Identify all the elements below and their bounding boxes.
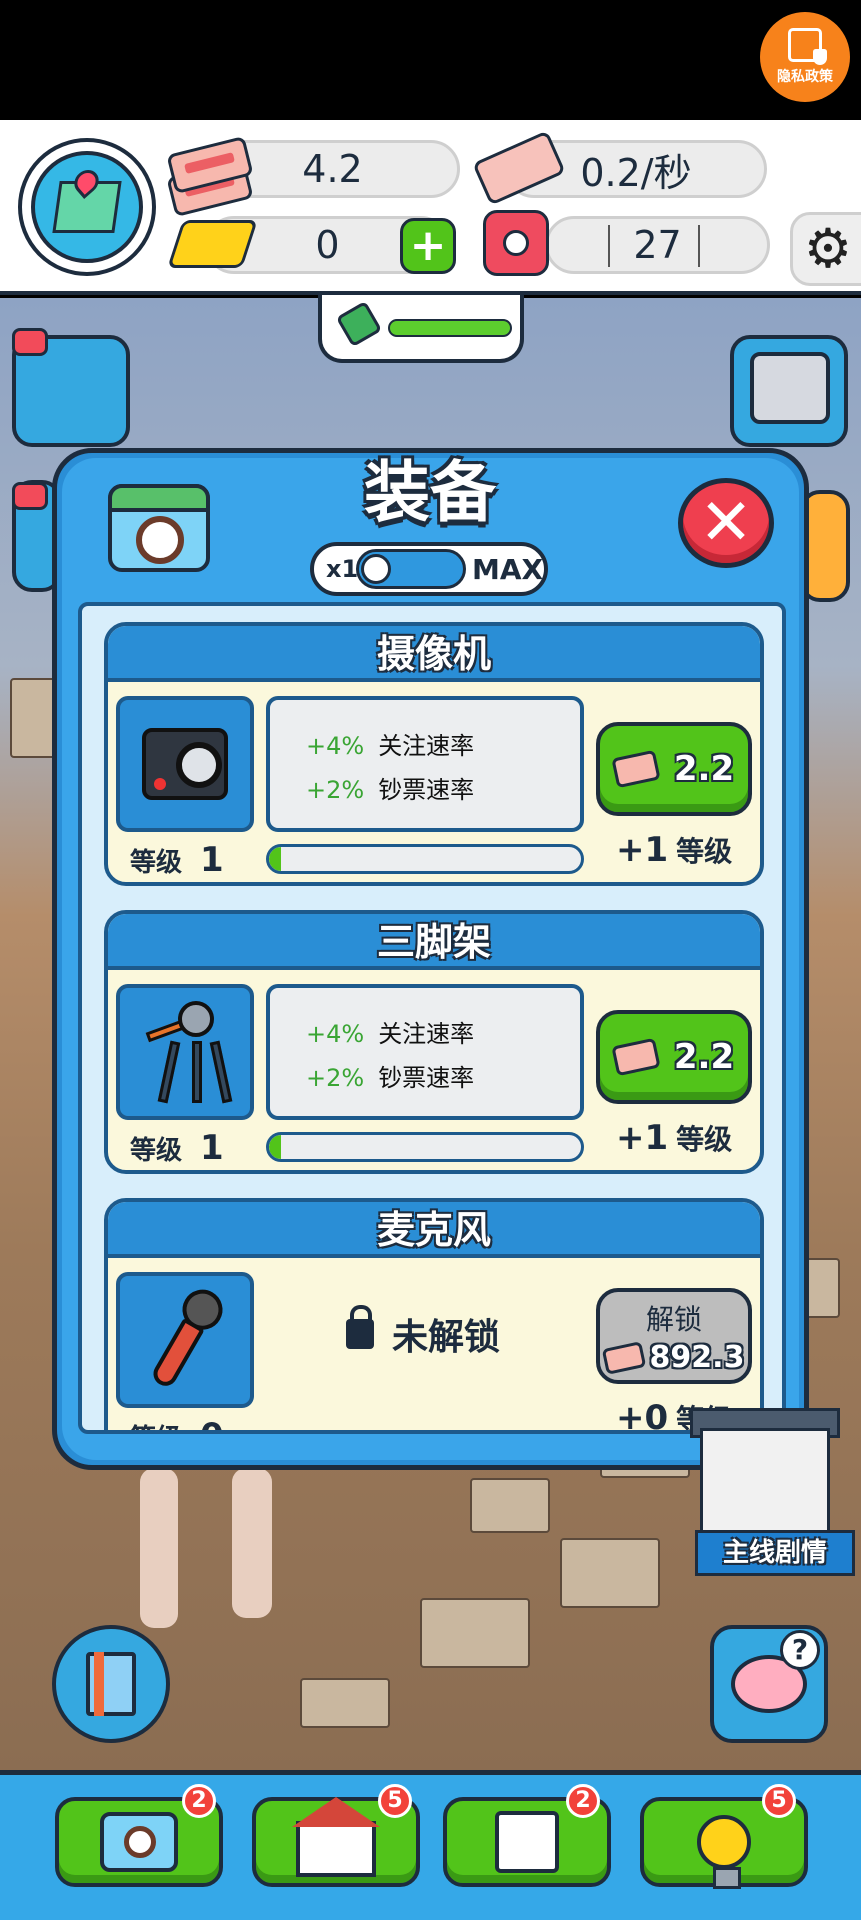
toggle-x1-label: x1: [326, 555, 359, 583]
equipment-icon-box: [116, 984, 254, 1120]
map-icon: [52, 181, 122, 233]
camera-lens: [136, 516, 184, 564]
lightbulb-icon: [697, 1815, 751, 1889]
cash-icon: [601, 1340, 646, 1375]
toggle-switch[interactable]: [356, 549, 466, 589]
video-ad-icon: [12, 328, 48, 356]
progress-fill: [269, 1135, 282, 1159]
fans-value: 27: [633, 223, 682, 267]
user-head-icon: [503, 230, 529, 256]
camera-icon: [108, 484, 210, 572]
quantity-toggle[interactable]: x1 MAX: [310, 542, 548, 596]
equipment-name: 摄像机: [108, 626, 760, 682]
settings-button[interactable]: ⚙: [790, 212, 861, 286]
unlock-label: 解锁: [645, 1303, 702, 1336]
equipment-card-tripod: 三脚架 +4% 关注速率 +2% 钞票速率 等级 1 2.2 +1 等级: [104, 910, 764, 1174]
map-button[interactable]: [18, 138, 156, 276]
upgrade-button[interactable]: 2.2: [596, 722, 752, 816]
gear-icon: ⚙: [803, 217, 853, 280]
nav-skills-badge: 5: [762, 1784, 796, 1818]
video-camera-icon: [142, 728, 228, 800]
main-story-label[interactable]: 主线剧情: [695, 1530, 855, 1576]
energy-tab[interactable]: [318, 295, 524, 363]
equipment-list[interactable]: 摄像机 +4% 关注速率 +2% 钞票速率 等级 1 2.2 +1 等级 三脚架 +4%…: [78, 602, 786, 1434]
unlock-price: 892.3: [649, 1340, 745, 1375]
upgrade-level-gain: +1 等级: [616, 830, 733, 870]
upgrade-level-gain: +1 等级: [616, 1118, 733, 1158]
nav-equipment-badge: 2: [182, 1784, 216, 1818]
book-icon: [86, 1652, 136, 1716]
microphone-icon: [140, 1282, 230, 1397]
income-rate-value: 0.2/秒: [580, 150, 692, 195]
stat-follow-rate: +4% 关注速率: [306, 1020, 475, 1048]
rubble-box: [560, 1538, 660, 1608]
privacy-policy-label: 隐私政策: [777, 69, 833, 85]
level-value: 1: [200, 840, 224, 880]
journal-button[interactable]: [52, 1625, 170, 1743]
locked-status: 未解锁: [346, 1305, 500, 1360]
upgrade-button[interactable]: 2.2: [596, 1010, 752, 1104]
upgrade-price: 2.2: [673, 1037, 735, 1077]
tripod-icon: [142, 997, 233, 1107]
equipment-card-camera: 摄像机 +4% 关注速率 +2% 钞票速率 等级 1 2.2 +1 等级: [104, 622, 764, 886]
nav-house-badge: 5: [378, 1784, 412, 1818]
equipment-icon-box: [116, 1272, 254, 1408]
equipment-icon-box: [116, 696, 254, 832]
add-gold-button[interactable]: +: [400, 218, 456, 274]
cash-icon: [611, 1037, 661, 1077]
stat-follow-rate: +4% 关注速率: [306, 732, 475, 760]
question-mark-icon: ?: [780, 1630, 820, 1670]
privacy-shield-icon: [788, 28, 827, 65]
rubble-box: [300, 1678, 390, 1728]
fans-counter: 27: [545, 216, 770, 274]
level-label: 等级0: [130, 1416, 224, 1430]
equipment-name: 三脚架: [108, 914, 760, 970]
cash-value: 4.2: [302, 147, 363, 191]
character-leg: [232, 1468, 272, 1618]
cash-icon: [611, 749, 661, 789]
stat-cash-rate: +2% 钞票速率: [306, 776, 475, 804]
camera-top: [108, 484, 210, 512]
character-leg: [140, 1468, 178, 1628]
privacy-policy-button[interactable]: 隐私政策: [760, 12, 850, 102]
level-progress-bar: [266, 1132, 584, 1162]
house-icon: [292, 1797, 380, 1877]
stat-box: +4% 关注速率 +2% 钞票速率: [266, 696, 584, 832]
fans-icon: [483, 210, 549, 276]
top-black-bar: [0, 0, 861, 120]
gold-value: 0: [315, 223, 340, 267]
upgrade-price: 2.2: [673, 749, 735, 789]
level-label: 等级 1: [130, 1128, 224, 1168]
stat-cash-rate: +2% 钞票速率: [306, 1064, 475, 1092]
lock-icon: [346, 1305, 374, 1349]
level-value: 1: [200, 1128, 224, 1168]
rubble-box: [470, 1478, 550, 1533]
rubble-box: [420, 1598, 530, 1668]
nav-outfit-badge: 2: [566, 1784, 600, 1818]
equipment-card-microphone: 麦克风 未解锁 等级0 解锁 892.3 +0等级: [104, 1198, 764, 1430]
toggle-knob: [361, 554, 391, 584]
unlock-button[interactable]: 解锁 892.3: [596, 1288, 752, 1384]
safe-icon: [750, 352, 830, 424]
progress-fill: [269, 847, 282, 871]
house-icon: [700, 1428, 830, 1538]
close-button[interactable]: ✕: [678, 478, 774, 568]
gold-bar-icon: [167, 220, 258, 268]
level-progress-bar: [266, 844, 584, 874]
fans-bar-tick: [698, 225, 700, 267]
modal-title: 装备: [364, 454, 496, 531]
level-label: 等级 1: [130, 840, 224, 880]
shirt-icon: [495, 1811, 559, 1873]
close-icon: ✕: [699, 486, 753, 560]
battery-icon: [335, 300, 383, 348]
video-ad-icon: [12, 482, 48, 510]
fans-bar-tick: [608, 225, 610, 267]
equipment-name: 麦克风: [108, 1202, 760, 1258]
camera-icon: [100, 1812, 178, 1872]
map-button-inner: [31, 151, 143, 263]
energy-bar: [388, 319, 512, 337]
stat-box: +4% 关注速率 +2% 钞票速率: [266, 984, 584, 1120]
level-value: 0: [200, 1416, 224, 1430]
toggle-max-label: MAX: [472, 552, 544, 586]
